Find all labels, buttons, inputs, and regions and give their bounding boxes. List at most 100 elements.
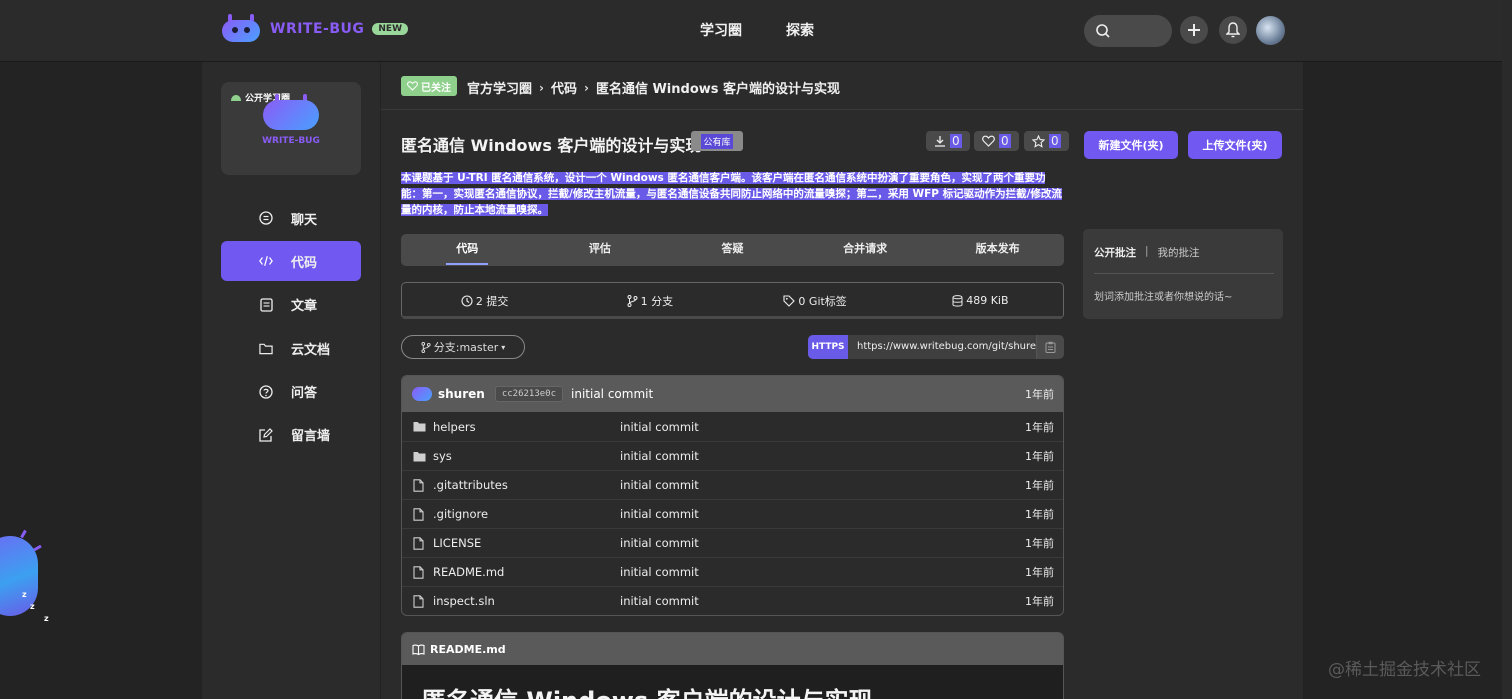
repo-tabs: 代码 评估 答疑 合并请求 版本发布 [401, 234, 1064, 266]
tab-qa[interactable]: 答疑 [666, 234, 799, 266]
clipboard-icon [1045, 341, 1056, 353]
download-counter[interactable]: 0 [926, 131, 970, 151]
sidebar-item-label: 云文档 [291, 342, 331, 358]
branch-selector[interactable]: 分支:master ▾ [401, 335, 525, 359]
readme-filename: README.md [430, 642, 506, 656]
commits-stat[interactable]: 2 提交 [402, 293, 567, 309]
nav-learning-circle[interactable]: 学习圈 [700, 20, 742, 40]
commit-author[interactable]: shuren [438, 387, 485, 401]
sidebar-item-qa[interactable]: 问答 [221, 372, 361, 412]
file-commit-time: 1年前 [1025, 479, 1054, 492]
followed-badge[interactable]: 已关注 [401, 76, 457, 96]
file-name[interactable]: inspect.sln [433, 594, 620, 608]
file-commit-message[interactable]: initial commit [620, 478, 699, 492]
like-counter[interactable]: 0 [974, 131, 1019, 151]
star-icon [1032, 134, 1045, 148]
file-name[interactable]: helpers [433, 420, 620, 434]
sidebar-item-label: 代码 [291, 255, 318, 271]
chevron-right-icon: › [583, 80, 589, 95]
file-row[interactable]: inspect.sln initial commit 1年前 [402, 586, 1063, 615]
tab-public-annotations[interactable]: 公开批注 [1094, 245, 1136, 260]
caret-down-icon: ▾ [501, 342, 506, 352]
commit-hash[interactable]: cc26213e0c [494, 386, 564, 402]
tab-code[interactable]: 代码 [401, 234, 534, 266]
android-icon [231, 95, 241, 101]
breadcrumb-circle[interactable]: 官方学习圈 [467, 78, 532, 97]
file-row[interactable]: .gitignore initial commit 1年前 [402, 499, 1063, 528]
commit-time: 1年前 [1025, 388, 1054, 401]
file-list: shuren cc26213e0c initial commit 1年前 hel… [401, 375, 1064, 616]
circle-card[interactable]: 公开学习圈 WRITE-BUG [221, 82, 361, 175]
file-commit-message[interactable]: initial commit [620, 594, 699, 608]
floating-mascot[interactable]: z z z [0, 529, 52, 630]
bell-icon [1226, 22, 1240, 38]
circle-robot-icon [263, 94, 319, 130]
sidebar-item-label: 聊天 [291, 212, 318, 228]
file-commit-message[interactable]: initial commit [620, 565, 699, 579]
file-name[interactable]: .gitignore [433, 507, 620, 521]
search-input[interactable] [1084, 15, 1172, 47]
file-icon [413, 507, 427, 521]
file-row[interactable]: helpers initial commit 1年前 [402, 412, 1063, 441]
branch-label: 分支:master [433, 341, 499, 354]
edit-icon [259, 428, 273, 442]
size-stat: 489 KiB [898, 294, 1063, 307]
file-commit-time: 1年前 [1025, 595, 1054, 608]
new-badge: NEW [372, 23, 408, 35]
branch-icon [421, 341, 431, 353]
breadcrumb-repo[interactable]: 匿名通信 Windows 客户端的设计与实现 [596, 78, 840, 97]
avatar[interactable] [1256, 16, 1285, 45]
file-row[interactable]: README.md initial commit 1年前 [402, 557, 1063, 586]
sidebar-item-chat[interactable]: 聊天 [221, 198, 361, 238]
readme-header: README.md [402, 633, 1063, 665]
file-commit-message[interactable]: initial commit [620, 420, 699, 434]
file-row[interactable]: .gitattributes initial commit 1年前 [402, 470, 1063, 499]
sidebar-menu: 聊天 代码 文章 云文档 问答 留言墙 [221, 198, 361, 458]
file-row[interactable]: LICENSE initial commit 1年前 [402, 528, 1063, 557]
clone-url-input[interactable]: https://www.writebug.com/git/shuren [848, 335, 1036, 359]
sidebar-item-cloud-docs[interactable]: 云文档 [221, 328, 361, 368]
star-counter[interactable]: 0 [1024, 131, 1069, 151]
protocol-button[interactable]: HTTPS [808, 335, 848, 359]
file-row[interactable]: sys initial commit 1年前 [402, 441, 1063, 470]
branches-stat[interactable]: 1 分支 [567, 293, 732, 309]
nav-explore[interactable]: 探索 [786, 20, 814, 40]
file-commit-message[interactable]: initial commit [620, 536, 699, 550]
upload-button[interactable]: 上传文件(夹) [1188, 131, 1282, 159]
brand-logo[interactable]: WRITE-BUG NEW [220, 14, 408, 44]
tags-stat[interactable]: 0 Git标签 [733, 293, 898, 309]
sidebar-item-code[interactable]: 代码 [221, 241, 361, 282]
sidebar-item-message-wall[interactable]: 留言墙 [221, 415, 361, 455]
watermark: @稀土掘金技术社区 [1328, 660, 1481, 680]
clock-icon [461, 294, 473, 307]
sidebar-item-article[interactable]: 文章 [221, 285, 361, 325]
breadcrumb-code[interactable]: 代码 [551, 78, 577, 97]
create-button[interactable] [1180, 16, 1208, 44]
commit-message[interactable]: initial commit [571, 387, 653, 401]
article-icon [259, 298, 273, 312]
file-commit-message[interactable]: initial commit [620, 449, 699, 463]
file-commit-time: 1年前 [1025, 537, 1054, 550]
readme-panel: README.md 匿名通信 Windows 客户端的设计与实现 [401, 632, 1064, 699]
divider [1094, 273, 1274, 274]
file-name[interactable]: sys [433, 449, 620, 463]
tag-icon [783, 294, 796, 307]
file-name[interactable]: README.md [433, 565, 620, 579]
repo-stats: 2 提交 1 分支 0 Git标签 489 KiB [401, 282, 1064, 319]
new-file-button[interactable]: 新建文件(夹) [1084, 131, 1178, 159]
repo-main-panel: 已关注 官方学习圈 › 代码 › 匿名通信 Windows 客户端的设计与实现 … [381, 62, 1303, 699]
tab-evaluate[interactable]: 评估 [534, 234, 667, 266]
tab-my-annotations[interactable]: 我的批注 [1158, 245, 1200, 260]
tab-merge-requests[interactable]: 合并请求 [799, 234, 932, 266]
notifications-button[interactable] [1219, 16, 1247, 44]
file-name[interactable]: LICENSE [433, 536, 620, 550]
file-commit-message[interactable]: initial commit [620, 507, 699, 521]
file-name[interactable]: .gitattributes [433, 478, 620, 492]
annotation-panel: 公开批注 | 我的批注 划词添加批注或者你想说的话~ [1083, 229, 1283, 319]
file-icon [413, 478, 427, 492]
repo-title: 匿名通信 Windows 客户端的设计与实现 [401, 136, 702, 155]
page-scrollbar[interactable] [1502, 0, 1512, 699]
book-icon [412, 644, 425, 655]
copy-button[interactable] [1036, 335, 1064, 359]
tab-releases[interactable]: 版本发布 [931, 234, 1064, 266]
